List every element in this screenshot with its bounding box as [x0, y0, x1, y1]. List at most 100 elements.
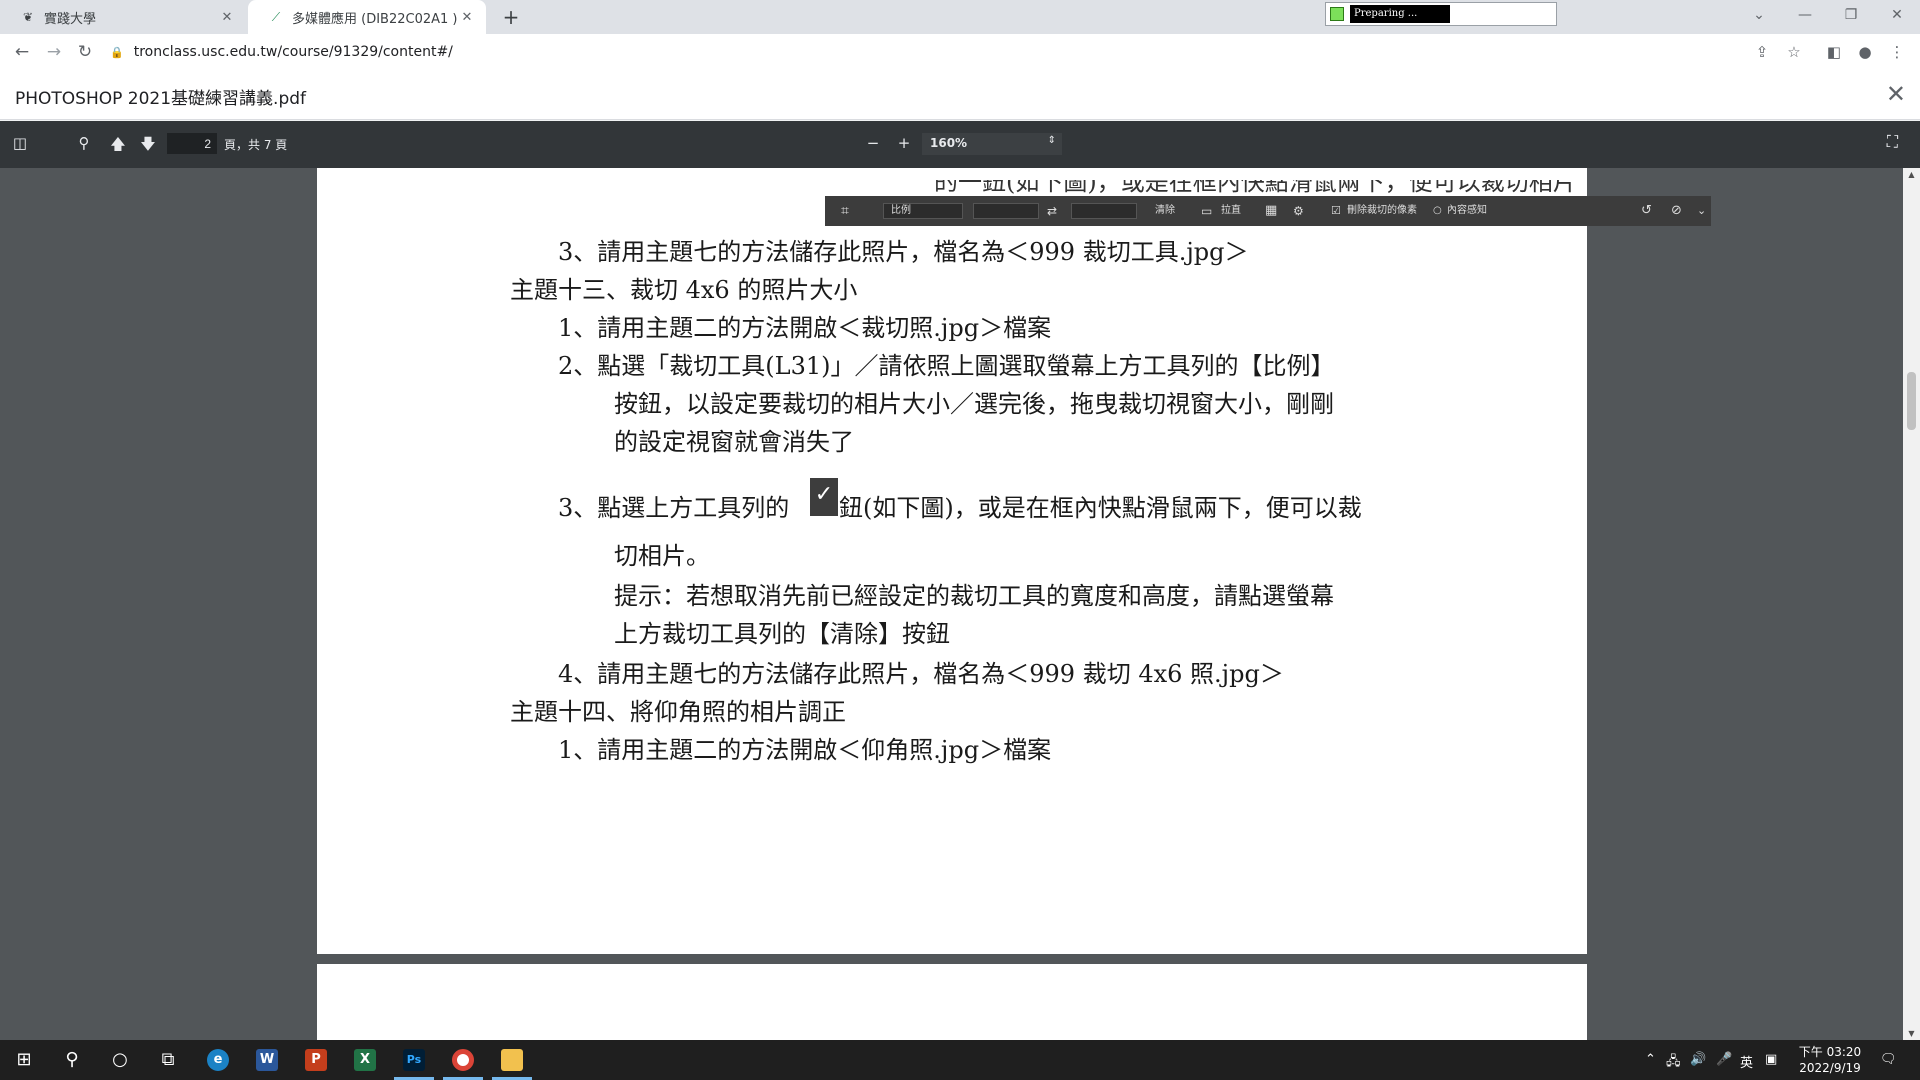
doc-line: 的設定視窗就會消失了 — [614, 428, 854, 456]
commit-checkmark-icon: ✓ — [810, 478, 838, 516]
powerpoint-icon[interactable]: P — [305, 1049, 327, 1071]
next-page-icon[interactable]: 🡇 — [137, 134, 159, 159]
crop-tool-icon: ⌗ — [841, 203, 849, 219]
fullscreen-icon[interactable]: ⛶ — [1887, 132, 1898, 152]
search-icon[interactable]: ⚲ — [52, 1044, 92, 1076]
commit-chevron-icon: ⌄ — [1697, 204, 1707, 217]
zoom-value: 160% — [930, 136, 968, 150]
browser-menu-icon[interactable]: ⋮ — [1885, 40, 1909, 64]
scroll-up-arrow-icon[interactable]: ▲ — [1903, 170, 1920, 179]
delete-cropped-label: 刪除裁切的像素 — [1347, 205, 1417, 216]
pdf-page: 的一鈕(如下圖)，或是在框內快點滑鼠兩下，便可以裁切相片 ⌗ 比例 ⇄ 清除 ▭… — [317, 168, 1711, 954]
sidebar-toggle-icon[interactable]: ◫ — [9, 134, 31, 152]
side-panel-icon[interactable]: ◧ — [1822, 40, 1846, 64]
close-window-button[interactable]: ✕ — [1874, 0, 1920, 30]
doc-heading: 主題十三、裁切 4x6 的照片大小 — [510, 276, 858, 304]
scroll-down-arrow-icon[interactable]: ▼ — [1903, 1029, 1920, 1038]
photoshop-icon[interactable]: Ps — [403, 1049, 425, 1071]
minimize-button[interactable]: — — [1782, 0, 1828, 30]
pdf-toolbar: ◫ ⚲ 🡅 🡇 頁，共 7 頁 − + 160% ⇕ ⛶ — [0, 121, 1920, 168]
doc-heading: 主題十四、將仰角照的相片調正 — [510, 698, 846, 726]
clock-date: 2022/9/19 — [1799, 1061, 1861, 1075]
doc-line: 3、點選上方工具列的 — [558, 494, 790, 522]
lock-icon: 🔒 — [110, 45, 124, 59]
document-title: PHOTOSHOP 2021基礎練習講義.pdf — [15, 89, 307, 109]
back-button[interactable]: ← — [10, 40, 34, 64]
download-status: Preparing ... — [1325, 2, 1557, 26]
chrome-icon[interactable] — [452, 1049, 474, 1071]
vertical-scrollbar[interactable]: ▲ ▼ — [1903, 168, 1920, 1040]
checkbox-checked-icon: ☑ — [1331, 204, 1341, 217]
doc-line: 按鈕，以設定要裁切的相片大小／選完後，拖曳裁切視窗大小，剛剛 — [614, 390, 1334, 418]
school-favicon-icon: ❦ — [22, 10, 34, 24]
previous-page-icon[interactable]: 🡅 — [107, 134, 129, 159]
cancel-icon: ⊘ — [1671, 203, 1682, 218]
doc-line: 切相片。 — [614, 542, 710, 570]
start-button[interactable]: ⊞ — [4, 1044, 44, 1076]
address-bar[interactable]: 🔒 tronclass.usc.edu.tw/course/91329/cont… — [110, 38, 1770, 66]
reload-button[interactable]: ↻ — [73, 40, 97, 64]
microphone-icon[interactable]: 🎤 — [1716, 1052, 1732, 1067]
page-count: 頁，共 7 頁 — [224, 138, 288, 152]
volume-icon[interactable]: 🔊 — [1690, 1052, 1706, 1067]
profile-avatar-icon[interactable]: ● — [1853, 40, 1877, 64]
close-tab-icon[interactable]: ✕ — [458, 10, 476, 25]
zoom-select[interactable]: 160% ⇕ — [922, 133, 1062, 155]
doc-line: 2、點選「裁切工具(L31)」／請依照上圖選取螢幕上方工具列的【比例】 — [558, 352, 1335, 380]
file-explorer-icon[interactable] — [501, 1049, 523, 1071]
system-clock[interactable]: 下午 03:20 2022/9/19 — [1780, 1044, 1880, 1076]
network-icon[interactable]: 🖧 — [1666, 1052, 1681, 1074]
content-aware-label: 內容感知 — [1447, 205, 1487, 216]
windows-taskbar: ⊞ ⚲ ○ ⧉ e W P X Ps ⌃ 🖧 🔊 🎤 英 ▣ 下午 03:20 … — [0, 1040, 1920, 1080]
straighten-label: 拉直 — [1221, 205, 1241, 216]
pdf-viewer: 的一鈕(如下圖)，或是在框內快點滑鼠兩下，便可以裁切相片 ⌗ 比例 ⇄ 清除 ▭… — [0, 168, 1920, 1040]
ime-indicator[interactable]: 英 — [1740, 1052, 1753, 1071]
doc-line: 1、請用主題二的方法開啟＜仰角照.jpg＞檔案 — [558, 736, 1052, 764]
tab-search-icon[interactable]: ⌄ — [1736, 0, 1782, 30]
tab-title: 多媒體應用 (DIB22C02A1 ) - 實 — [292, 11, 458, 27]
pdf-page — [317, 964, 1587, 1040]
doc-line: 1、請用主題二的方法開啟＜裁切照.jpg＞檔案 — [558, 314, 1052, 342]
show-hidden-icons-icon[interactable]: ⌃ — [1645, 1052, 1656, 1067]
settings-gear-icon: ⚙ — [1293, 204, 1304, 218]
forward-button[interactable]: → — [42, 40, 66, 64]
cortana-icon[interactable]: ○ — [100, 1044, 140, 1076]
tab-usc[interactable]: ❦ 實踐大學 ✕ — [0, 0, 246, 34]
straighten-icon: ▭ — [1201, 204, 1213, 218]
ime-mode-icon[interactable]: ▣ — [1765, 1052, 1777, 1067]
doc-line: 上方裁切工具列的【清除】按鈕 — [614, 620, 950, 648]
select-arrows-icon: ⇕ — [1047, 135, 1056, 146]
width-field — [973, 203, 1039, 219]
clock-time: 下午 03:20 — [1798, 1045, 1862, 1059]
ratio-label: 比例 — [891, 205, 911, 216]
zoom-in-icon[interactable]: + — [893, 134, 915, 152]
tronclass-favicon-icon: ⟋ — [271, 9, 281, 24]
height-field — [1071, 203, 1137, 219]
bookmark-star-icon[interactable]: ☆ — [1782, 40, 1806, 64]
task-view-icon[interactable]: ⧉ — [148, 1044, 188, 1076]
document-header: PHOTOSHOP 2021基礎練習講義.pdf ✕ — [0, 70, 1920, 120]
word-icon[interactable]: W — [256, 1049, 278, 1071]
tab-tronclass[interactable]: ⟋ 多媒體應用 (DIB22C02A1 ) - 實 ✕ — [248, 0, 486, 34]
excel-icon[interactable]: X — [354, 1049, 376, 1071]
browser-tab-strip: ❦ 實踐大學 ✕ ⟋ 多媒體應用 (DIB22C02A1 ) - 實 ✕ + P… — [0, 0, 1920, 34]
tab-title: 實踐大學 — [44, 11, 97, 27]
grid-overlay-icon: ▦ — [1265, 203, 1278, 218]
cut-off-text-line: 的一鈕(如下圖)，或是在框內快點滑鼠兩下，便可以裁切相片 — [934, 168, 1577, 196]
edge-icon[interactable]: e — [207, 1049, 229, 1071]
url-text: tronclass.usc.edu.tw/course/91329/conten… — [133, 44, 453, 60]
page-number-input[interactable] — [167, 133, 217, 154]
notifications-icon[interactable]: 🗨 — [1880, 1052, 1897, 1067]
swap-icon: ⇄ — [1047, 204, 1058, 218]
download-status-text: Preparing ... — [1350, 5, 1450, 23]
scroll-thumb[interactable] — [1907, 372, 1916, 430]
reset-icon: ↺ — [1641, 203, 1652, 218]
new-tab-button[interactable]: + — [498, 4, 524, 30]
close-document-icon[interactable]: ✕ — [1886, 80, 1906, 108]
restore-button[interactable]: ❐ — [1828, 0, 1874, 30]
doc-line: 鈕(如下圖)，或是在框內快點滑鼠兩下，便可以裁 — [839, 494, 1362, 522]
share-icon[interactable]: ⇪ — [1750, 40, 1774, 64]
zoom-out-icon[interactable]: − — [862, 134, 884, 152]
close-tab-icon[interactable]: ✕ — [218, 10, 236, 25]
search-icon[interactable]: ⚲ — [73, 134, 95, 152]
